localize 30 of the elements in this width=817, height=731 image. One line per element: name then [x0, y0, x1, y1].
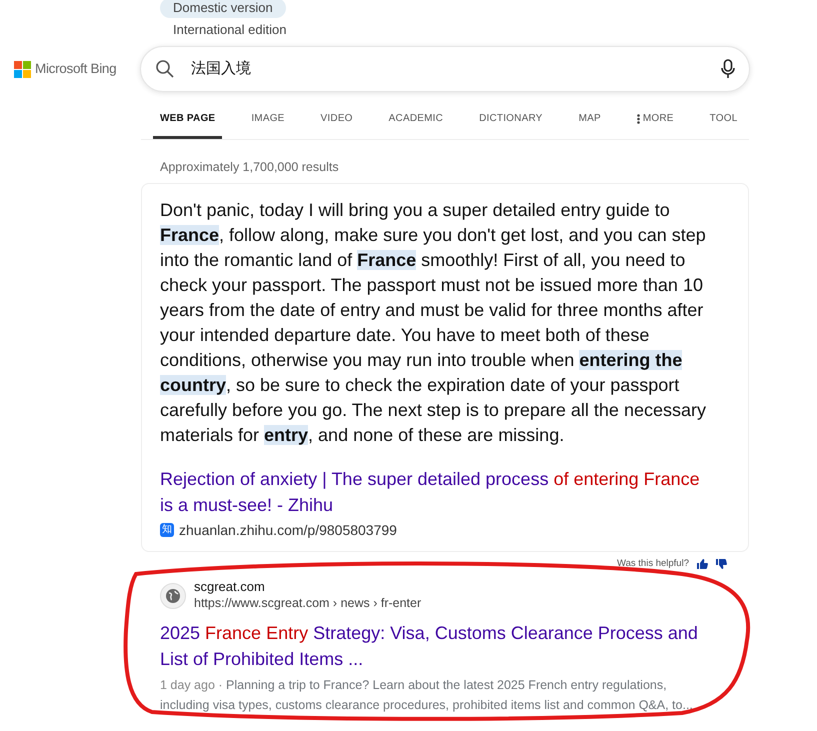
result-count: Approximately 1,700,000 results: [160, 159, 339, 176]
thumbs-down-icon[interactable]: [716, 558, 727, 569]
answer-title-link[interactable]: Rejection of anxiety | The super detailed process of entering France is a must-see! - Zhihu: [160, 466, 716, 518]
search-field[interactable]: 法国入境: [140, 46, 750, 92]
result-url: https://www.scgreat.com › news › fr-enter: [194, 595, 422, 612]
answer-url: zhuanlan.zhihu.com/p/9805803799: [179, 520, 397, 540]
microphone-icon[interactable]: [721, 59, 735, 79]
nav-tab[interactable]: TOOL: [702, 106, 745, 139]
thumbs-up-icon[interactable]: [697, 558, 708, 569]
nav-tab[interactable]: DICTIONARY: [472, 106, 550, 139]
answer-text: Don't panic, today I will bring you a super detailed entry guide to France, follow along, make sure you don't get lost, and you can step into the romantic land of France smoothly! First of all, you need to check your passport. The passport must not be issued more than 10 years from the date of entry and must be valid for three months after your intended departure date. You have to meet both of these conditions, otherwise you may run into trouble when entering the country, so be sure to check the expiration date of your passport carefully before you go. The next step is to prepare all the necessary materials for entry, and none of these are missing.: [160, 198, 707, 447]
version-option[interactable]: International edition: [160, 20, 300, 40]
nav-tab[interactable]: WEB PAGE: [153, 106, 222, 139]
nav-tab[interactable]: MAP: [572, 106, 608, 139]
nav-tab[interactable]: VIDEO: [314, 106, 360, 139]
site-name: scgreat.com: [194, 579, 266, 595]
nav-tab[interactable]: IMAGE: [244, 106, 292, 139]
globe-icon: [160, 582, 186, 608]
logo-text: Microsoft Bing: [35, 60, 116, 78]
nav-tab[interactable]: ACADEMIC: [382, 106, 450, 139]
result-snippet: 1 day ago · Planning a trip to France? Learn about the latest 2025 French entry regulations, including visa types, customs clearance procedures, prohibited items list and common Q&A, to...: [160, 677, 694, 714]
result-title-link[interactable]: 2025 France Entry Strategy: Visa, Customs Clearance Process and List of Prohibited Items ...: [160, 620, 730, 672]
search-query: 法国入境: [191, 58, 252, 79]
feedback-label: Was this helpful?: [617, 556, 689, 571]
more-dots-icon: [636, 114, 640, 124]
logo-icon: [14, 60, 31, 78]
version-option[interactable]: Domestic version: [160, 0, 286, 18]
site-icon: 知: [160, 523, 174, 538]
nav-tab[interactable]: MORE: [630, 106, 681, 139]
search-icon: [155, 59, 175, 79]
